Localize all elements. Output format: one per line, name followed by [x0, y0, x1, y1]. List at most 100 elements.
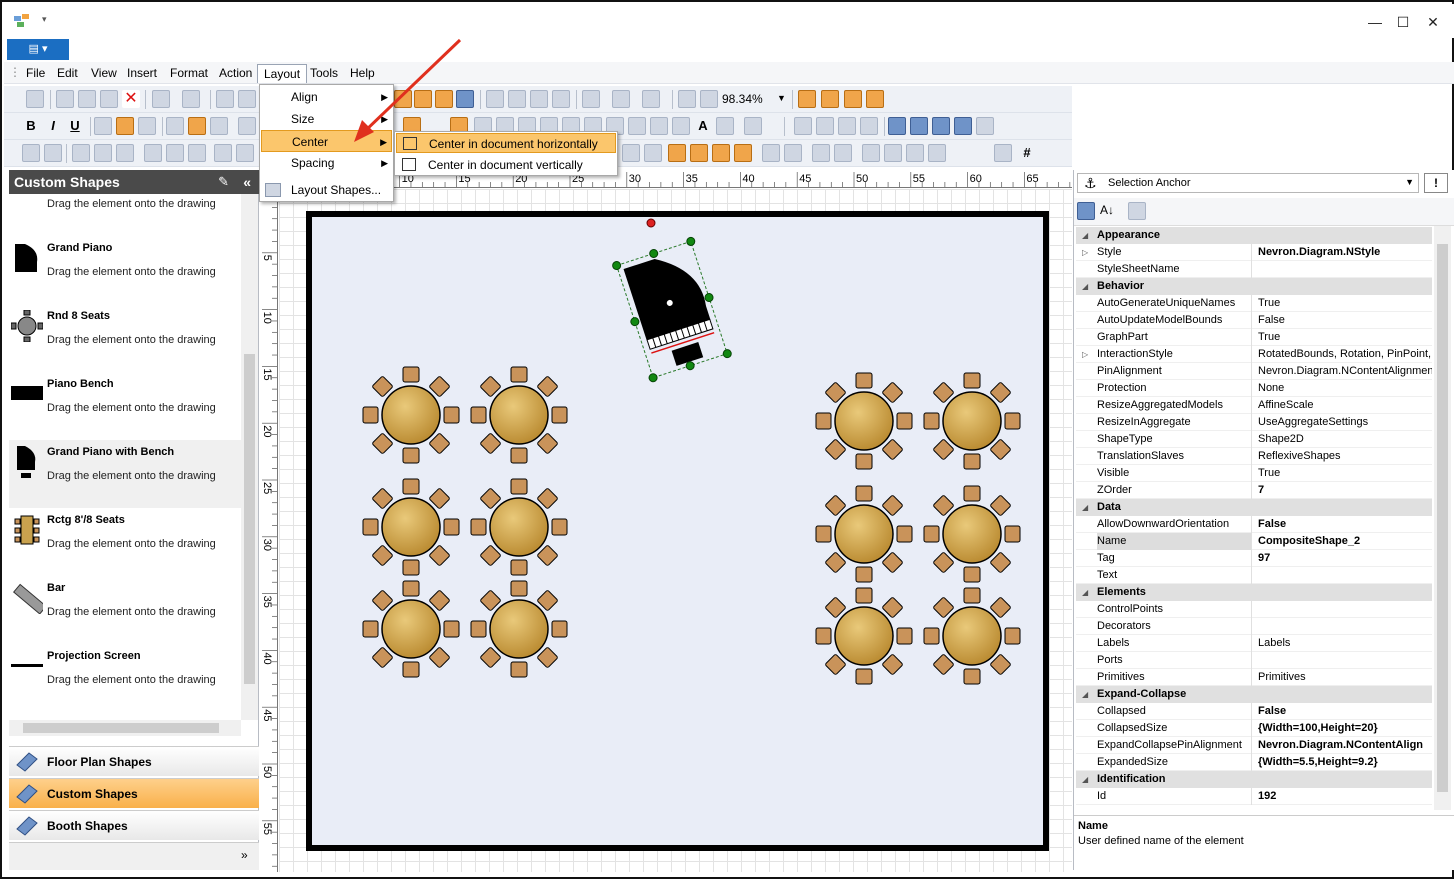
- menu-layout[interactable]: Layout: [257, 64, 308, 83]
- round-table[interactable]: [362, 478, 460, 576]
- menu-file[interactable]: File: [20, 64, 51, 83]
- menu-edit[interactable]: Edit: [51, 64, 84, 83]
- list-item[interactable]: Bar Drag the element onto the drawing: [9, 576, 241, 644]
- property-grid-scrollbar[interactable]: [1434, 226, 1451, 810]
- guides-icon[interactable]: [821, 90, 839, 108]
- send-backward-icon[interactable]: [734, 144, 752, 162]
- property-value[interactable]: False: [1256, 703, 1432, 720]
- collapse-panel-icon[interactable]: «: [243, 170, 251, 194]
- view-4-icon[interactable]: [954, 117, 972, 135]
- round-table[interactable]: [470, 366, 568, 464]
- fill-icon[interactable]: [238, 117, 256, 135]
- delete-icon[interactable]: ✕: [122, 90, 140, 108]
- align-bottom-icon[interactable]: [210, 117, 228, 135]
- copy-icon[interactable]: [78, 90, 96, 108]
- save-document-icon[interactable]: [838, 117, 856, 135]
- zoom-in-icon[interactable]: [678, 90, 696, 108]
- redo-icon[interactable]: [182, 90, 200, 108]
- property-row[interactable]: ResizeAggregatedModels AffineScale: [1076, 397, 1432, 414]
- round-table[interactable]: [470, 478, 568, 576]
- list-item[interactable]: Grand Piano Drag the element onto the dr…: [9, 236, 241, 304]
- round-table[interactable]: [362, 580, 460, 678]
- zoom-level[interactable]: 98.34%: [722, 92, 763, 106]
- menu-view[interactable]: View: [85, 64, 123, 83]
- flip-v-icon[interactable]: [884, 144, 902, 162]
- property-row[interactable]: Collapsed False: [1076, 703, 1432, 720]
- property-value[interactable]: True: [1256, 465, 1432, 482]
- align-center-icon[interactable]: [116, 117, 134, 135]
- property-category[interactable]: ◢ Appearance: [1076, 227, 1432, 244]
- bring-forward-icon[interactable]: [712, 144, 730, 162]
- property-value[interactable]: Nevron.Diagram.NStyle: [1256, 244, 1432, 261]
- decompose-icon[interactable]: [834, 144, 852, 162]
- property-value[interactable]: AffineScale: [1256, 397, 1432, 414]
- property-row[interactable]: AllowDownwardOrientation False: [1076, 516, 1432, 533]
- view-1-icon[interactable]: [888, 117, 906, 135]
- property-row[interactable]: Primitives Primitives: [1076, 669, 1432, 686]
- property-value[interactable]: 97: [1256, 550, 1432, 567]
- property-value[interactable]: {Width=5.5,Height=9.2}: [1256, 754, 1432, 771]
- property-value[interactable]: True: [1256, 295, 1432, 312]
- property-value[interactable]: None: [1256, 380, 1432, 397]
- property-value[interactable]: True: [1256, 329, 1432, 346]
- property-row[interactable]: Protection None: [1076, 380, 1432, 397]
- rulers-icon[interactable]: [844, 90, 862, 108]
- property-row[interactable]: ControlPoints: [1076, 601, 1432, 618]
- magnifier-icon[interactable]: [552, 90, 570, 108]
- rotate-left-icon[interactable]: [906, 144, 924, 162]
- align-bottoms-icon[interactable]: [188, 144, 206, 162]
- collapse-category-icon[interactable]: ◢: [1082, 771, 1088, 788]
- round-table[interactable]: [815, 372, 913, 470]
- list-item[interactable]: Drag the element onto the drawing: [9, 194, 241, 236]
- property-row[interactable]: Tag 97: [1076, 550, 1432, 567]
- closed-curve-tool-icon[interactable]: [650, 117, 668, 135]
- grand-piano-with-bench-selected[interactable]: [612, 236, 733, 383]
- selection-anchor-combobox[interactable]: ⚓ Selection Anchor ▼: [1077, 173, 1419, 193]
- property-category[interactable]: ◢ Behavior: [1076, 278, 1432, 295]
- list-item[interactable]: Projection Screen Drag the element onto …: [9, 644, 241, 712]
- more-groups-icon[interactable]: »: [241, 848, 248, 862]
- bold-button[interactable]: B: [22, 117, 40, 135]
- new-document-icon[interactable]: [794, 117, 812, 135]
- property-value[interactable]: UseAggregateSettings: [1256, 414, 1432, 431]
- cut-icon[interactable]: [56, 90, 74, 108]
- list-item[interactable]: Piano Bench Drag the element onto the dr…: [9, 372, 241, 440]
- maximize-button[interactable]: ☐: [1388, 12, 1418, 32]
- property-value[interactable]: {Width=100,Height=20}: [1256, 720, 1432, 737]
- flip-h-icon[interactable]: [862, 144, 880, 162]
- property-value[interactable]: False: [1256, 312, 1432, 329]
- collapse-category-icon[interactable]: ◢: [1082, 499, 1088, 516]
- distribute-v-icon[interactable]: [644, 144, 662, 162]
- align-middle-icon[interactable]: [188, 117, 206, 135]
- align-centers-icon[interactable]: [94, 144, 112, 162]
- property-category[interactable]: ◢ Identification: [1076, 771, 1432, 788]
- collapse-category-icon[interactable]: ◢: [1082, 686, 1088, 703]
- group-floor-plan-shapes[interactable]: Floor Plan Shapes: [9, 746, 259, 776]
- bring-front-icon[interactable]: [668, 144, 686, 162]
- property-value[interactable]: [1256, 601, 1432, 618]
- property-row[interactable]: ExpandedSize {Width=5.5,Height=9.2}: [1076, 754, 1432, 771]
- library-icon[interactable]: [508, 90, 526, 108]
- zoom-out-icon[interactable]: [700, 90, 718, 108]
- property-value[interactable]: Nevron.Diagram.NContentAlign: [1256, 737, 1432, 754]
- property-value[interactable]: RotatedBounds, Rotation, PinPoint, S: [1256, 346, 1432, 363]
- menu-item-layout-shapes[interactable]: Layout Shapes...: [261, 179, 392, 201]
- align-left-icon[interactable]: [94, 117, 112, 135]
- text-tool-button[interactable]: A: [694, 117, 712, 135]
- image-icon[interactable]: [530, 90, 548, 108]
- connector-tool-icon[interactable]: [716, 117, 734, 135]
- rotation-handle[interactable]: [646, 218, 656, 228]
- property-row[interactable]: Ports: [1076, 652, 1432, 669]
- property-row[interactable]: ▷ InteractionStyle RotatedBounds, Rotation…: [1076, 346, 1432, 363]
- same-height-icon[interactable]: [236, 144, 254, 162]
- distribute-icon[interactable]: [622, 144, 640, 162]
- property-row[interactable]: ZOrder 7: [1076, 482, 1432, 499]
- property-category[interactable]: ◢ Elements: [1076, 584, 1432, 601]
- new-page-icon[interactable]: [612, 90, 630, 108]
- list-item[interactable]: Rctg 8'/8 Seats Drag the element onto th…: [9, 508, 241, 576]
- application-menu-button[interactable]: ▤ ▾: [7, 39, 69, 60]
- zoom-dropdown-icon[interactable]: ▼: [777, 93, 786, 103]
- group-custom-shapes[interactable]: Custom Shapes: [9, 778, 259, 808]
- alphabetical-icon[interactable]: A↓: [1100, 203, 1114, 217]
- ungroup-icon[interactable]: [44, 144, 62, 162]
